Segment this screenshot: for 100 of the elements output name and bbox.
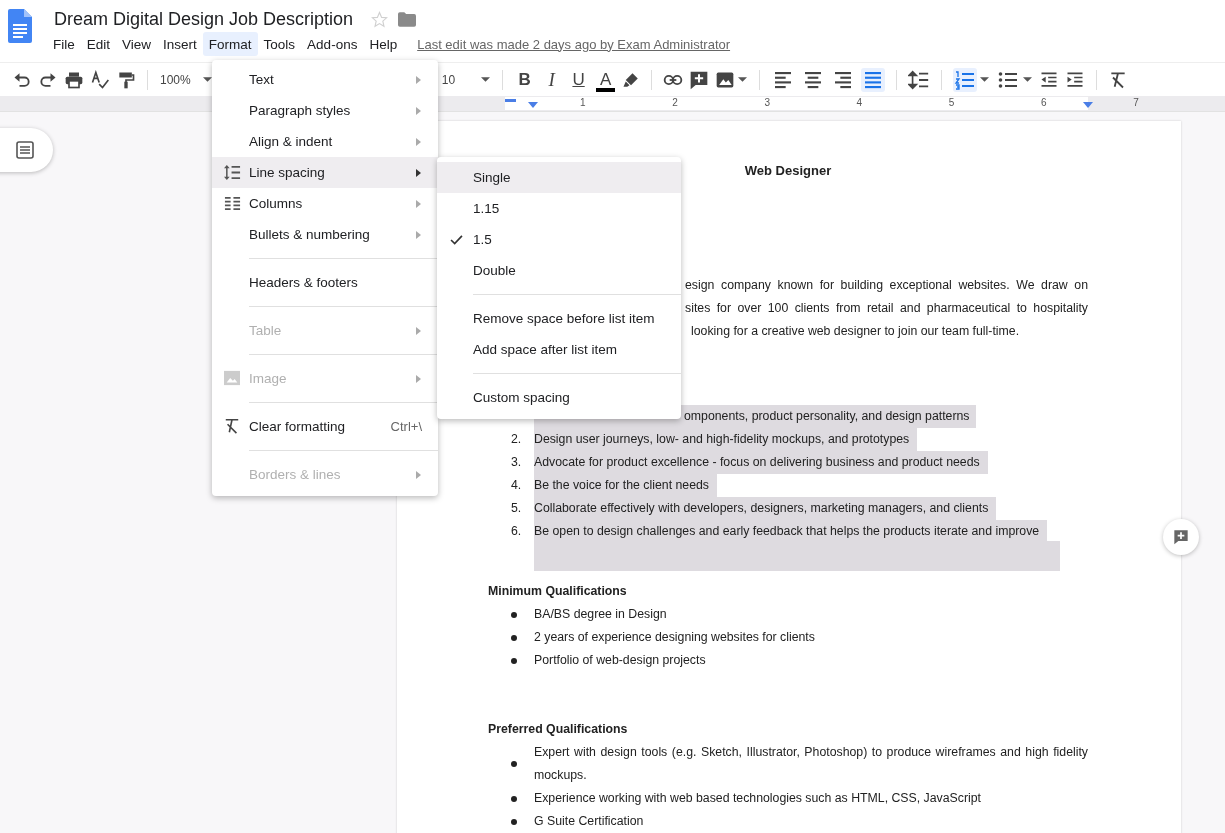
bullet-icon [511, 761, 517, 767]
document-heading: Web Designer [744, 163, 832, 178]
section-heading: Preferred Qualifications [488, 721, 629, 738]
menu-item[interactable]: File [47, 32, 81, 56]
paragraph-line: looking for a creative web designer to join our team full-time. [690, 323, 1021, 340]
ruler-number: 6 [1041, 97, 1047, 108]
caret-icon[interactable] [980, 77, 990, 82]
menu-item[interactable]: Help [363, 32, 404, 56]
clear-formatting-icon [224, 418, 240, 434]
folder-icon[interactable] [398, 11, 417, 27]
line-spacing-icon[interactable] [908, 68, 931, 91]
bold-button[interactable]: B [511, 66, 539, 93]
docs-logo-icon[interactable] [8, 9, 32, 43]
list-item-text: Experience working with web based technologies such as HTML, CSS, JavaScript [534, 790, 982, 807]
bullet-icon [511, 795, 517, 802]
ruler-number: 4 [856, 97, 863, 108]
menu-option-label: Table [249, 323, 282, 338]
menu-option[interactable]: Bullets & numbering [212, 219, 438, 250]
align-justify-icon[interactable] [861, 67, 886, 92]
last-edit-link[interactable]: Last edit was made 2 days ago by Exam Administrator [417, 36, 731, 52]
menu-option[interactable]: Align & indent [212, 126, 438, 157]
add-comment-icon [1173, 529, 1189, 545]
menu-item[interactable]: Add-ons [301, 32, 364, 56]
list-number: 3. [511, 454, 522, 471]
ruler-number: 7 [1133, 97, 1139, 108]
list-number: 6. [511, 523, 522, 540]
add-comment-icon[interactable] [689, 69, 710, 90]
bullet-icon [511, 634, 517, 641]
bullet-icon [511, 657, 517, 664]
paragraph-line: sites for over 100 clients from retail and pharmaceutical to hospitality [685, 300, 1088, 317]
menu-option-label: Headers & footers [249, 275, 358, 290]
list-item-text: 2 years of experience designing websites for clients [534, 629, 816, 646]
menu-option[interactable]: Remove space before list item [437, 303, 681, 334]
menu-option-label: 1.5 [473, 232, 492, 247]
document-outline-button[interactable] [0, 128, 53, 172]
ruler-number: 1 [580, 97, 586, 108]
menu-option-label: 1.15 [473, 201, 500, 216]
list-item-text: Be the voice for the client needs [534, 474, 717, 497]
menu-option[interactable]: 1.15 [437, 193, 681, 224]
italic-button[interactable]: I [538, 66, 566, 93]
menu-option[interactable]: Clear formatting Ctrl+\ [212, 411, 438, 442]
menu-item[interactable]: View [116, 32, 158, 56]
list-item-text: G Suite Certification [534, 813, 645, 830]
document-title[interactable]: Dream Digital Design Job Description [54, 8, 354, 30]
image-icon [224, 370, 240, 386]
caret-icon [481, 77, 491, 82]
list-item-text: Expert with design tools (e.g. Sketch, Illustrator, Photoshop) to produce wireframes and high fidelity mockups. [534, 744, 1088, 784]
ruler-number: 3 [764, 97, 770, 108]
list-item-text: Collaborate effectively with developers, designers, marketing managers, and clients [534, 497, 997, 520]
menu-option-label: Remove space before list item [473, 311, 655, 326]
list-item-text: Be open to design challenges and early feedback that helps the products iterate and improve [534, 520, 1048, 543]
menu-option[interactable]: Single [437, 162, 681, 193]
list-item-text: Portfolio of web-design projects [534, 652, 707, 669]
menu-option-label: Bullets & numbering [249, 227, 370, 242]
underline-button[interactable]: U [565, 66, 593, 93]
ruler-number: 5 [948, 97, 955, 108]
first-line-indent-marker[interactable] [505, 99, 516, 102]
font-size-dropdown[interactable]: 10 [437, 72, 495, 87]
menu-option[interactable]: Double [437, 255, 681, 286]
list-item-text: BA/BS degree in Design [534, 606, 668, 623]
list-number: 4. [511, 477, 522, 494]
menu-option[interactable]: 1.5 [437, 224, 681, 255]
color-button[interactable]: A [592, 66, 620, 93]
menu-option-label: Image [249, 371, 287, 386]
right-indent-marker[interactable] [1083, 102, 1093, 108]
paragraph-line: esign company known for building exceptional websites. We draw on [685, 277, 1088, 294]
menu-option-label: Add space after list item [473, 342, 618, 357]
section-heading: Minimum Qualifications [488, 583, 628, 600]
columns-icon [224, 195, 241, 212]
menu-option-label: Clear formatting [249, 419, 346, 434]
menu-option[interactable]: Columns [212, 188, 438, 219]
menu-option[interactable]: Line spacing [212, 157, 438, 188]
menu-option-label: Custom spacing [473, 390, 570, 405]
caret-icon[interactable] [738, 77, 748, 82]
list-item-text: Advocate for product excellence - focus on delivering business and product needs [534, 451, 988, 474]
line-spacing-icon [224, 164, 241, 181]
menu-option[interactable]: Headers & footers [212, 267, 438, 298]
highlighter-icon[interactable] [622, 70, 641, 89]
left-indent-marker[interactable] [528, 102, 538, 108]
menu-option-label: Double [473, 263, 516, 278]
menu-option[interactable]: Add space after list item [437, 334, 681, 365]
numbered-list-icon[interactable] [953, 67, 978, 92]
menu-item[interactable]: Insert [157, 32, 203, 56]
list-item-text: Design user journeys, low- and high-fidelity mockups, and prototypes [534, 428, 918, 451]
bullet-icon [511, 611, 517, 618]
caret-icon[interactable] [1023, 77, 1033, 82]
menu-item[interactable]: Edit [80, 32, 117, 56]
shortcut-hint: Ctrl+\ [390, 419, 422, 434]
bullet-icon [511, 818, 517, 825]
menu-item[interactable]: Tools [257, 32, 302, 56]
add-comment-button[interactable] [1163, 519, 1199, 555]
menu-option-label: Single [473, 170, 511, 185]
menu-option-label: Columns [249, 196, 303, 211]
outline-icon [15, 141, 34, 159]
star-icon[interactable] [371, 10, 389, 28]
caret-icon [202, 77, 212, 82]
list-number: 5. [511, 500, 522, 517]
menu-item[interactable]: Format [202, 32, 258, 56]
list-number: 2. [511, 431, 522, 448]
spellcheck-icon[interactable] [90, 69, 110, 90]
